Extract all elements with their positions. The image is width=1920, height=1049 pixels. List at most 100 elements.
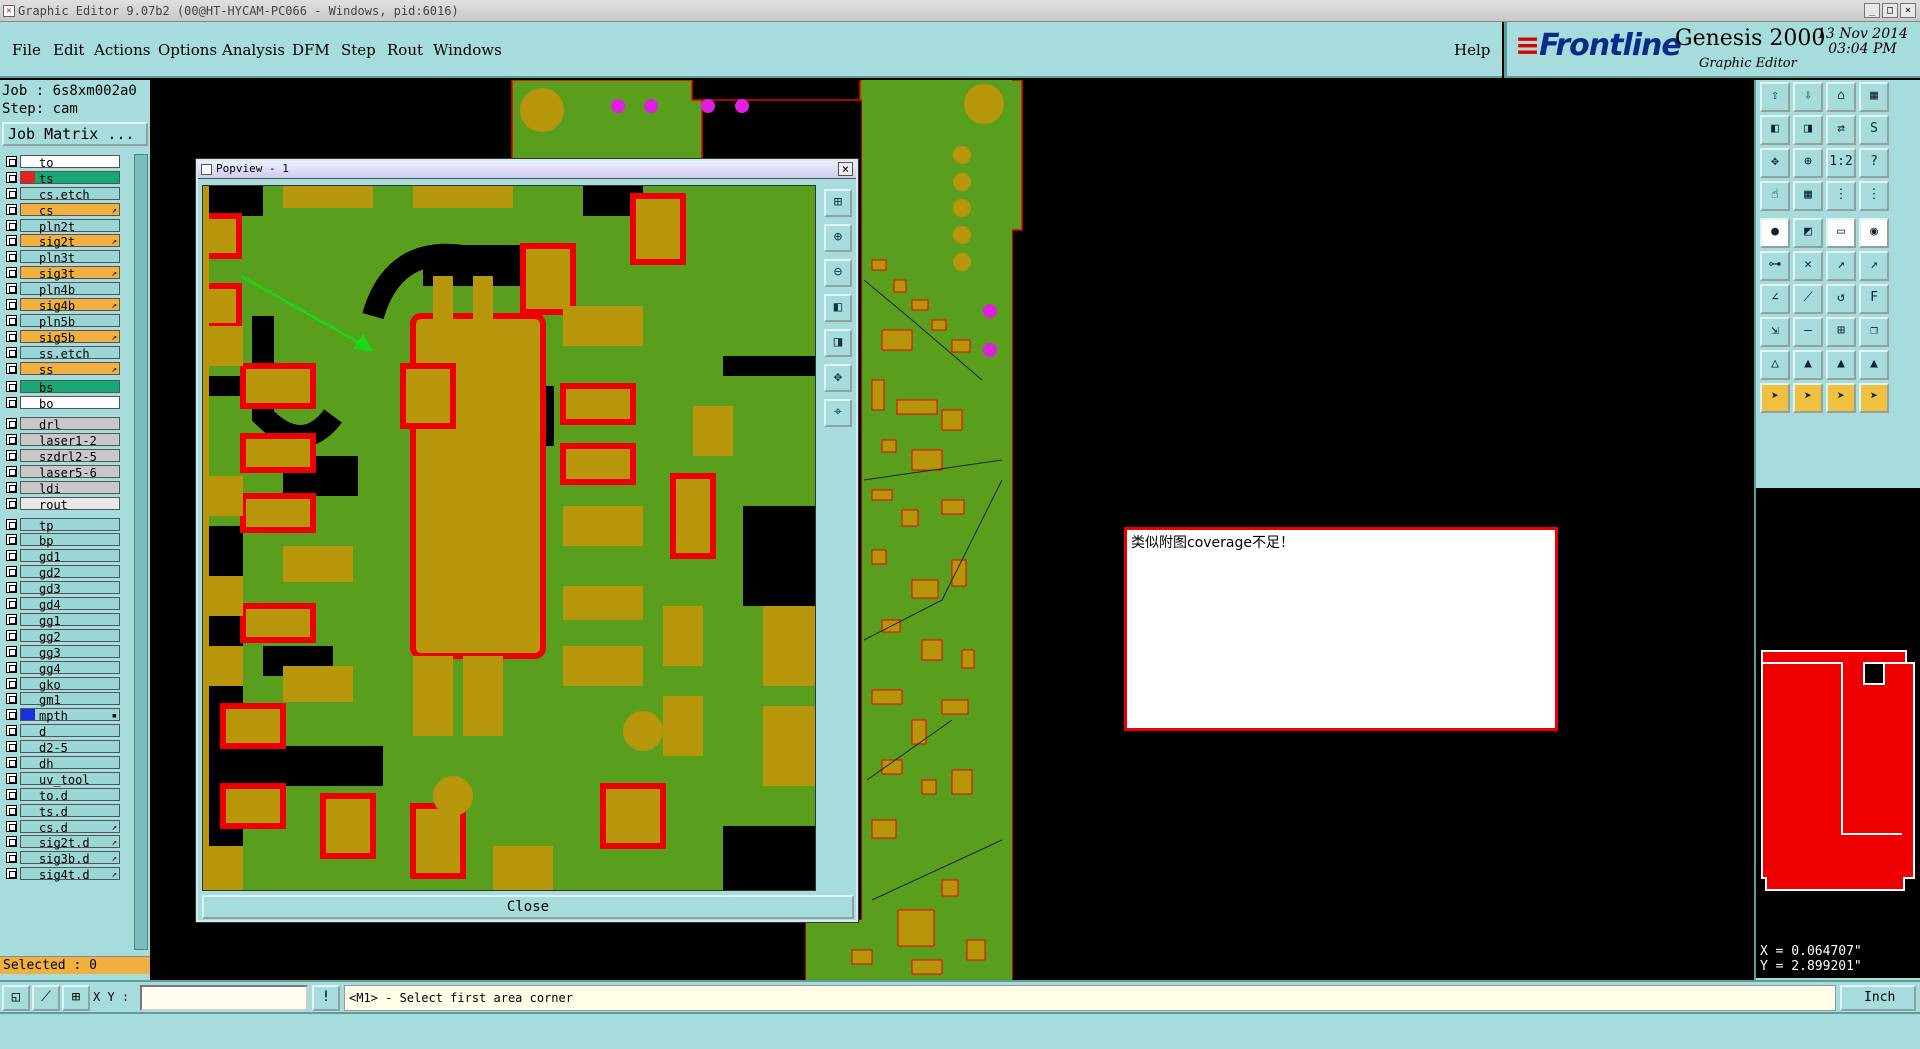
layer-name[interactable]: ldi: [20, 480, 120, 496]
popview-canvas[interactable]: [202, 185, 816, 891]
layer-name[interactable]: szdrl2-5: [20, 449, 120, 464]
layer-row-szdrl2-5[interactable]: szdrl2-5: [2, 448, 120, 464]
pan-right-icon[interactable]: ◨: [1793, 115, 1823, 145]
layer-name[interactable]: ts: [20, 170, 120, 186]
layer-row-laser5-6[interactable]: laser5-6: [2, 464, 120, 480]
layer-checkbox[interactable]: [6, 518, 17, 530]
layer-checkbox[interactable]: [6, 283, 17, 295]
layer-checkbox[interactable]: [6, 788, 17, 800]
grid-icon[interactable]: ⊞: [62, 985, 90, 1011]
xy-input[interactable]: [140, 985, 308, 1011]
layer-row-sig3b-d[interactable]: sig3b.d ↗: [2, 850, 120, 866]
layer-checkbox[interactable]: [6, 804, 17, 816]
layer-checkbox[interactable]: [6, 450, 17, 462]
layer-name[interactable]: bs: [20, 380, 120, 395]
info-icon[interactable]: !: [312, 985, 340, 1011]
layer-checkbox[interactable]: [6, 598, 17, 610]
layer-name[interactable]: gd1: [20, 549, 120, 564]
layer-row-pln2t[interactable]: pln2t: [2, 218, 120, 234]
close-window-button[interactable]: ×: [1900, 3, 1916, 18]
layer-checkbox[interactable]: [6, 497, 17, 509]
layer-row-cs-etch[interactable]: cs.etch: [2, 186, 120, 202]
ruler-icon[interactable]: ▭: [1826, 218, 1856, 248]
layer-row-bp[interactable]: bp: [2, 532, 120, 548]
layer-row-sig4t-d[interactable]: sig4t.d ↗: [2, 866, 120, 882]
pointer4-icon[interactable]: ➤: [1859, 383, 1889, 413]
layer-checkbox[interactable]: [6, 693, 17, 705]
pointer3-icon[interactable]: ➤: [1826, 383, 1856, 413]
layer-checkbox[interactable]: [6, 267, 17, 279]
layer-name[interactable]: gg2: [20, 628, 120, 644]
layer-name[interactable]: bp: [20, 533, 120, 548]
layer-row-sig3t[interactable]: sig3t ↗: [2, 265, 120, 281]
popview-titlebar[interactable]: Popview - 1 ×: [198, 161, 856, 179]
fit-icon[interactable]: ✥: [824, 364, 852, 392]
layer-list-scrollbar[interactable]: [134, 154, 148, 950]
menu-options[interactable]: Options: [158, 41, 217, 59]
layer-row-gm1[interactable]: gm1: [2, 691, 120, 707]
layer-name[interactable]: gko: [20, 676, 120, 692]
snap-icon[interactable]: ◱: [2, 985, 30, 1011]
layer-name[interactable]: sig3t ↗: [20, 266, 120, 281]
menu-actions[interactable]: Actions: [94, 41, 150, 59]
pointer2-icon[interactable]: ➤: [1793, 383, 1823, 413]
layer-name[interactable]: laser5-6: [20, 464, 120, 480]
layer-checkbox[interactable]: [6, 251, 17, 263]
layer-row-gg4[interactable]: gg4: [2, 660, 120, 676]
unit-selector[interactable]: Inch: [1840, 985, 1916, 1011]
layer-checkbox[interactable]: [6, 741, 17, 753]
layer-row-bo[interactable]: bo: [2, 395, 120, 411]
layer-row-ss[interactable]: ss ↗: [2, 361, 120, 377]
menu-edit[interactable]: Edit: [53, 41, 84, 59]
popview-close-icon[interactable]: ×: [838, 162, 853, 176]
layer-row-d[interactable]: d: [2, 723, 120, 739]
layer-checkbox[interactable]: [6, 203, 17, 215]
layer-checkbox[interactable]: [6, 582, 17, 594]
layer-checkbox[interactable]: [6, 709, 17, 721]
arc-icon[interactable]: ↺: [1826, 284, 1856, 314]
layer-checkbox[interactable]: [6, 219, 17, 231]
layer-name[interactable]: ts.d: [20, 803, 120, 819]
hand-icon[interactable]: ☝: [1760, 181, 1790, 211]
layer-checkbox[interactable]: [6, 362, 17, 374]
layer-checkbox[interactable]: [6, 772, 17, 784]
menu-file[interactable]: File: [12, 41, 41, 59]
layer-name[interactable]: d2-5: [20, 740, 120, 755]
query-icon[interactable]: ?: [1859, 148, 1889, 178]
layer-row-rout[interactable]: rout: [2, 496, 120, 512]
mirror-icon[interactable]: ⇄: [1826, 115, 1856, 145]
minimize-button[interactable]: _: [1864, 3, 1880, 18]
align-icon[interactable]: ⊞: [1826, 317, 1856, 347]
measure-icon[interactable]: ⟋: [32, 985, 60, 1011]
layer-name[interactable]: pln5b: [20, 313, 120, 329]
triangle2-icon[interactable]: ▲: [1793, 350, 1823, 380]
angle-icon[interactable]: ∠: [1760, 284, 1790, 314]
layer-row-ss-etch[interactable]: ss.etch: [2, 345, 120, 361]
layer-row-gd2[interactable]: gd2: [2, 564, 120, 580]
layer-name[interactable]: sig4t.d ↗: [20, 867, 120, 882]
triangle3-icon[interactable]: ▲: [1826, 350, 1856, 380]
net2-icon[interactable]: ⋮: [1859, 181, 1889, 211]
layer-row-sig4b[interactable]: sig4b ↗: [2, 297, 120, 313]
layer-name[interactable]: cs.d ↗: [20, 819, 120, 835]
layer-checkbox[interactable]: [6, 566, 17, 578]
open-job-icon[interactable]: ⇧: [1760, 82, 1790, 112]
layer-name[interactable]: ss ↗: [20, 361, 120, 377]
pad-icon[interactable]: ●: [1760, 218, 1790, 248]
layer-name[interactable]: gg1: [20, 612, 120, 628]
layer-row-tp[interactable]: tp: [2, 517, 120, 533]
layer-name[interactable]: gd2: [20, 565, 120, 580]
connect-icon[interactable]: ⊶: [1760, 251, 1790, 281]
layer-row-ts-d[interactable]: ts.d: [2, 803, 120, 819]
layer-row-gd3[interactable]: gd3: [2, 580, 120, 596]
layer-name[interactable]: sig4b ↗: [20, 298, 120, 313]
layer-row-gg2[interactable]: gg2: [2, 628, 120, 644]
overview-map[interactable]: [1756, 488, 1920, 978]
layer-name[interactable]: to.d: [20, 787, 120, 803]
pan-right-icon[interactable]: ◨: [824, 329, 852, 357]
grid-icon[interactable]: ▦: [1793, 181, 1823, 211]
cross-icon[interactable]: ✕: [1793, 251, 1823, 281]
arrow-node2-icon[interactable]: ↗: [1859, 251, 1889, 281]
layout-icon[interactable]: ▦: [1859, 82, 1889, 112]
zoom-in-icon[interactable]: ⊕: [824, 224, 852, 252]
